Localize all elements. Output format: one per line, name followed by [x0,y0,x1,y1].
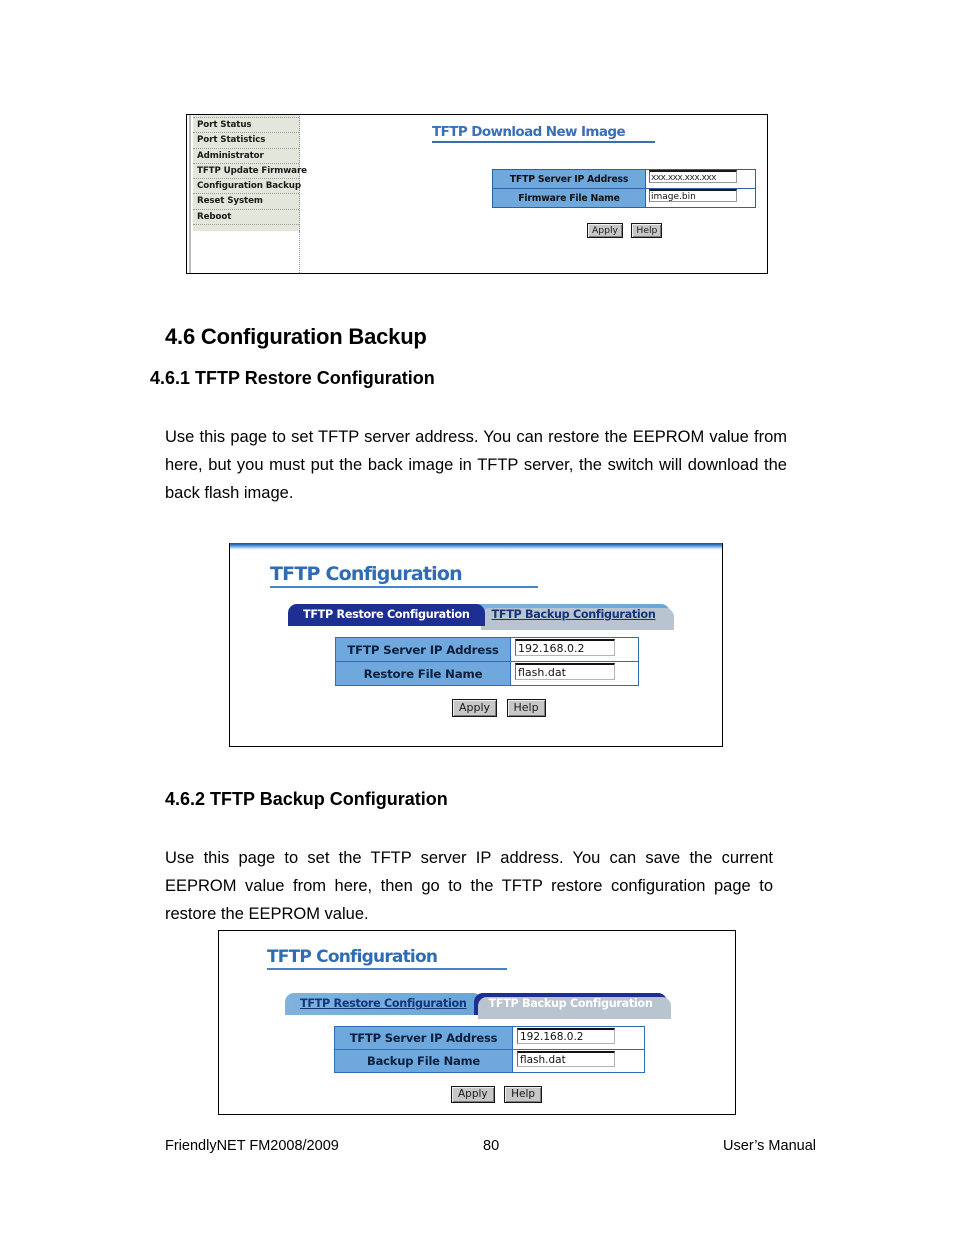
backup-file-name-input[interactable]: flash.dat [517,1050,615,1067]
restore-form-table: TFTP Server IP Address 192.168.0.2 Resto… [335,637,639,686]
backup-server-ip-cell: 192.168.0.2 [512,1026,645,1050]
sidebar-item-administrator[interactable]: Administrator [193,149,299,164]
help-button[interactable]: Help [631,223,663,238]
subsection-462-title: 4.6.2 TFTP Backup Configuration [165,789,448,809]
tab-label: TFTP Restore Configuration [300,997,467,1010]
table-row: TFTP Server IP Address xxx.xxx.xxx.xxx [492,169,756,189]
backup-button-row: Apply Help [451,1084,547,1103]
figure-tftp-backup-configuration: TFTP Configuration TFTP Restore Configur… [218,930,736,1115]
subsection-461-body: Use this page to set TFTP server address… [165,428,787,502]
table-row: TFTP Server IP Address 192.168.0.2 [335,637,639,662]
apply-button[interactable]: Apply [451,1086,495,1103]
browser-chrome-bar [230,543,722,550]
table-row: TFTP Server IP Address 192.168.0.2 [334,1026,645,1050]
tab-label: TFTP Backup Configuration [491,608,656,621]
sidebar-item-configuration-backup[interactable]: Configuration Backup [193,179,301,195]
table-row: Backup File Name flash.dat [334,1049,645,1073]
footer-product-name: FriendlyNET FM2008/2009 [165,1138,339,1154]
restore-server-ip-input[interactable]: 192.168.0.2 [515,638,615,656]
restore-server-ip-label: TFTP Server IP Address [335,637,511,662]
help-button[interactable]: Help [504,1086,543,1103]
footer-page-number: 80 [483,1138,500,1154]
device-sidebar-nav: Home Port Status Port Statistics Adminis… [193,115,307,231]
tab-tftp-backup-configuration[interactable]: TFTP Backup Configuration [476,604,675,630]
sidebar-item-reboot[interactable]: Reboot [193,210,299,226]
figure-left-rule [189,115,191,273]
restore-pane-title: TFTP Configuration [270,563,538,588]
apply-button[interactable]: Apply [587,223,623,238]
firmware-file-name-cell: image.bin [645,188,756,208]
backup-file-name-label: Backup File Name [334,1049,513,1073]
restore-server-ip-cell: 192.168.0.2 [510,637,639,662]
firmware-server-ip-cell: xxx.xxx.xxx.xxx [645,169,756,189]
firmware-file-name-label: Firmware File Name [492,188,646,208]
sidebar-item-port-status[interactable]: Port Status [193,118,299,134]
figure-tftp-download-new-image: Home Port Status Port Statistics Adminis… [186,114,768,274]
restore-file-name-input[interactable]: flash.dat [515,662,615,680]
restore-button-row: Apply Help [452,698,551,717]
table-row: Firmware File Name image.bin [492,188,756,208]
firmware-pane-title: TFTP Download New Image [432,124,656,143]
backup-tab-strip: TFTP Restore Configuration TFTP Backup C… [285,993,672,1019]
subsection-461-title: 4.6.1 TFTP Restore Configuration [150,368,435,388]
backup-server-ip-label: TFTP Server IP Address [334,1026,513,1050]
sidebar-empty-area [193,231,300,273]
firmware-server-ip-input[interactable]: xxx.xxx.xxx.xxx [649,170,737,183]
page-title: 4.6 Configuration Backup [165,324,427,349]
firmware-button-row: Apply Help [587,220,666,238]
restore-file-name-cell: flash.dat [510,661,639,686]
table-row: Restore File Name flash.dat [335,661,639,686]
firmware-form-table: TFTP Server IP Address xxx.xxx.xxx.xxx F… [492,169,756,208]
tab-label: TFTP Restore Configuration [303,608,470,621]
sidebar-item-port-statistics[interactable]: Port Statistics [193,133,299,149]
tab-tftp-restore-configuration[interactable]: TFTP Restore Configuration [285,993,482,1015]
tab-tftp-backup-configuration[interactable]: TFTP Backup Configuration [473,993,672,1019]
subsection-462-body: Use this page to set the TFTP server IP … [165,849,773,923]
tab-tftp-restore-configuration[interactable]: TFTP Restore Configuration [288,604,485,626]
backup-file-name-cell: flash.dat [512,1049,645,1073]
sidebar-item-tftp-update-firmware[interactable]: TFTP Update Firmware [193,164,307,180]
backup-server-ip-input[interactable]: 192.168.0.2 [517,1027,615,1044]
manual-page: Home Port Status Port Statistics Adminis… [0,0,954,1235]
restore-file-name-label: Restore File Name [335,661,511,686]
sidebar-item-reset-system[interactable]: Reset System [193,194,299,210]
figure-tftp-restore-configuration: TFTP Configuration TFTP Restore Configur… [229,543,723,747]
help-button[interactable]: Help [506,699,546,717]
firmware-file-name-input[interactable]: image.bin [649,189,737,202]
restore-tab-strip: TFTP Restore Configuration TFTP Backup C… [288,604,675,630]
apply-button[interactable]: Apply [452,699,498,717]
footer-document-type: User’s Manual [723,1138,816,1154]
tab-label: TFTP Backup Configuration [488,997,653,1010]
backup-pane-title: TFTP Configuration [267,947,508,970]
backup-form-table: TFTP Server IP Address 192.168.0.2 Backu… [334,1026,645,1073]
firmware-server-ip-label: TFTP Server IP Address [492,169,646,189]
